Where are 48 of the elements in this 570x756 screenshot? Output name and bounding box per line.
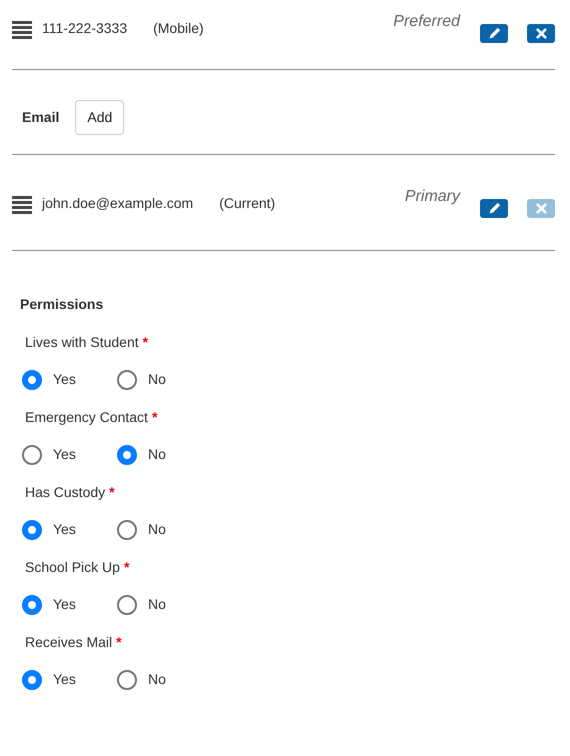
add-button[interactable]: Add (75, 100, 124, 135)
question-label: School Pick Up (25, 559, 120, 575)
contact-type: (Mobile) (153, 19, 204, 38)
radio-button[interactable] (22, 444, 42, 464)
radio-label[interactable]: No (148, 444, 166, 465)
radio-button[interactable] (22, 370, 42, 390)
section-title: Permissions (20, 295, 104, 314)
radio-button[interactable] (22, 594, 42, 614)
drag-handle-icon[interactable] (12, 20, 32, 40)
radio-button[interactable] (117, 520, 137, 540)
pencil-icon (488, 202, 500, 215)
radio-label[interactable]: Yes (53, 594, 76, 615)
question-label: Lives with Student (25, 334, 139, 350)
pencil-icon (488, 27, 500, 40)
radio-label[interactable]: No (148, 519, 166, 540)
contact-value: john.doe@example.com (42, 194, 194, 213)
radio-label[interactable]: No (148, 369, 166, 390)
radio-label[interactable]: Yes (53, 519, 76, 540)
required-mark: * (116, 634, 122, 650)
radio-button[interactable] (22, 670, 42, 690)
edit-button[interactable] (480, 24, 508, 43)
contact-label: Primary (404, 187, 460, 207)
radio-label[interactable]: Yes (53, 369, 76, 390)
radio-button[interactable] (117, 594, 137, 614)
radio-button[interactable] (22, 520, 42, 540)
radio-button[interactable] (117, 444, 137, 464)
radio-label[interactable]: Yes (53, 669, 76, 690)
required-mark: * (142, 334, 148, 350)
close-icon (536, 203, 546, 214)
required-mark: * (124, 559, 130, 575)
edit-button[interactable] (480, 199, 508, 218)
section-title: Email (22, 108, 60, 127)
contact-type: (Current) (219, 194, 276, 213)
radio-label[interactable]: Yes (53, 444, 76, 465)
close-icon (536, 28, 546, 39)
drag-handle-icon[interactable] (12, 195, 32, 215)
radio-button[interactable] (117, 370, 137, 390)
question-label: Receives Mail (25, 634, 112, 650)
question-label: Has Custody (25, 484, 106, 500)
radio-label[interactable]: No (148, 594, 166, 615)
contact-value: 111-222-3333 (42, 19, 128, 38)
radio-button[interactable] (117, 670, 137, 690)
question-label: Emergency Contact (25, 409, 148, 425)
required-mark: * (109, 484, 115, 500)
delete-button[interactable] (527, 24, 555, 43)
required-mark: * (152, 409, 158, 425)
radio-label[interactable]: No (148, 669, 166, 690)
contact-label: Preferred (393, 12, 460, 32)
